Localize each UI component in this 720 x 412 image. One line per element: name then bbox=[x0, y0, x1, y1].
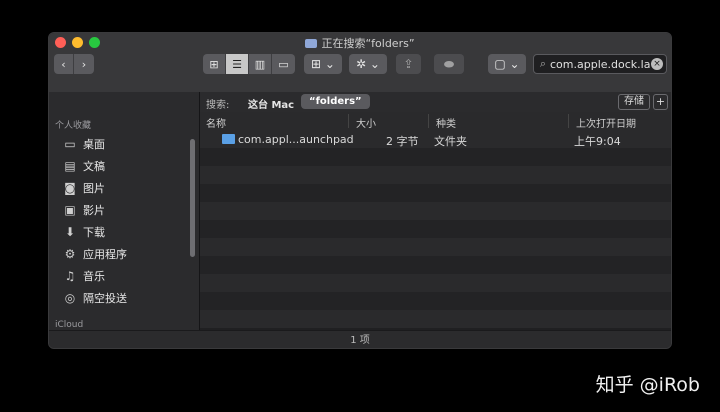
clear-search-icon[interactable]: × bbox=[651, 58, 663, 70]
sidebar-item-label: 桌面 bbox=[83, 138, 105, 151]
empty-row bbox=[200, 310, 671, 328]
downloads-icon: ⬇ bbox=[64, 225, 76, 239]
cell-opened: 上午9:04 bbox=[574, 135, 621, 148]
column-name[interactable]: 名称 bbox=[206, 115, 226, 130]
sidebar-item[interactable]: ◙ 图片 bbox=[61, 179, 105, 197]
add-criteria-button[interactable]: + bbox=[653, 94, 668, 110]
empty-row bbox=[200, 256, 671, 274]
sidebar-item-label: 图片 bbox=[83, 182, 105, 195]
column-view-button[interactable]: ▥ bbox=[249, 54, 272, 74]
back-button[interactable]: ‹ bbox=[54, 54, 74, 74]
cell-kind: 文件夹 bbox=[434, 135, 467, 148]
movies-icon: ▣ bbox=[64, 203, 76, 217]
window-title: 正在搜索“folders” bbox=[49, 35, 671, 51]
column-kind[interactable]: 种类 bbox=[436, 115, 456, 130]
results-pane: 搜索: 这台 Mac “folders” 存储 + 名称 大小 种类 上次打开日… bbox=[199, 92, 671, 330]
sidebar-item[interactable]: ▤ 文稿 bbox=[61, 157, 105, 175]
sidebar-item[interactable]: ⚙ 应用程序 bbox=[61, 245, 127, 263]
sidebar-item-label: 应用程序 bbox=[83, 248, 127, 261]
sidebar-item-label: 影片 bbox=[83, 204, 105, 217]
search-field[interactable]: ⌕ com.apple.dock.launchpad × bbox=[533, 54, 667, 74]
desktop-icon: ▭ bbox=[64, 137, 76, 151]
empty-row bbox=[200, 220, 671, 238]
empty-row bbox=[200, 292, 671, 310]
empty-row bbox=[200, 166, 671, 184]
sidebar-item-label: 音乐 bbox=[83, 270, 105, 283]
icloud-header: iCloud bbox=[55, 320, 84, 330]
column-headers: 名称 大小 种类 上次打开日期 bbox=[200, 112, 671, 131]
empty-row bbox=[200, 148, 671, 166]
sidebar-item[interactable]: ♫ 音乐 bbox=[61, 267, 105, 285]
documents-icon: ▤ bbox=[64, 159, 76, 173]
column-size[interactable]: 大小 bbox=[356, 115, 376, 130]
status-bar: 1 项 bbox=[49, 330, 671, 348]
empty-row bbox=[200, 238, 671, 256]
sidebar-item[interactable]: ⬇ 下载 bbox=[61, 223, 105, 241]
scope-this-mac[interactable]: 这台 Mac bbox=[248, 96, 294, 111]
share-button[interactable]: ⇪ bbox=[396, 54, 421, 74]
favorites-header: 个人收藏 bbox=[55, 121, 92, 131]
scope-current-folder[interactable]: “folders” bbox=[301, 94, 370, 109]
sidebar-item-label: 隔空投送 bbox=[83, 292, 127, 305]
results-list: com.appl...aunchpad 2 字节 文件夹 上午9:04 bbox=[200, 130, 671, 330]
empty-row bbox=[200, 184, 671, 202]
title-bar: 正在搜索“folders” ‹ › ⊞ ☰ ▥ ▭ ⊞ ⌄ ✲ ⌄ ⇪ ⬬ ▢ … bbox=[49, 33, 671, 93]
pictures-icon: ◙ bbox=[64, 181, 76, 195]
scope-label: 搜索: bbox=[206, 100, 230, 111]
airdrop-icon: ◎ bbox=[64, 291, 76, 305]
item-count: 1 项 bbox=[350, 335, 370, 346]
finder-window: 正在搜索“folders” ‹ › ⊞ ☰ ▥ ▭ ⊞ ⌄ ✲ ⌄ ⇪ ⬬ ▢ … bbox=[48, 32, 672, 349]
list-view-button[interactable]: ☰ bbox=[226, 54, 249, 74]
gallery-view-button[interactable]: ▭ bbox=[272, 54, 295, 74]
forward-button[interactable]: › bbox=[74, 54, 94, 74]
sidebar: 个人收藏 ▭ 桌面 ▤ 文稿 ◙ 图片 ▣ 影片 ⬇ 下载 ⚙ 应用程序 ♫ 音乐 ◎ 隔空投送 iCloud… bbox=[49, 92, 199, 348]
sidebar-item-label: 下载 bbox=[83, 226, 105, 239]
table-row[interactable]: com.appl...aunchpad 2 字节 文件夹 上午9:04 bbox=[200, 130, 671, 148]
sidebar-scrollbar[interactable] bbox=[190, 139, 195, 257]
music-icon: ♫ bbox=[64, 269, 76, 283]
group-button[interactable]: ⊞ ⌄ bbox=[304, 54, 342, 74]
sidebar-item[interactable]: ▣ 影片 bbox=[61, 201, 105, 219]
search-icon: ⌕ bbox=[539, 57, 547, 70]
window-title-text: 正在搜索“folders” bbox=[321, 37, 415, 50]
save-search-button[interactable]: 存储 bbox=[618, 94, 650, 110]
view-mode-segment: ⊞ ☰ ▥ ▭ bbox=[203, 54, 295, 74]
column-date-opened[interactable]: 上次打开日期 bbox=[576, 115, 636, 130]
sidebar-item-label: 文稿 bbox=[83, 160, 105, 173]
sidebar-item[interactable]: ◎ 隔空投送 bbox=[61, 289, 127, 307]
sidebar-item[interactable]: ▭ 桌面 bbox=[61, 135, 105, 153]
cell-size: 2 字节 bbox=[386, 135, 419, 148]
applications-icon: ⚙ bbox=[64, 247, 76, 261]
folder-icon bbox=[222, 134, 235, 144]
search-scope-bar: 搜索: 这台 Mac “folders” 存储 + bbox=[200, 92, 671, 113]
dropbox-button[interactable]: ▢ ⌄ bbox=[488, 54, 526, 74]
cell-name: com.appl...aunchpad bbox=[238, 133, 354, 146]
tag-button[interactable]: ⬬ bbox=[434, 54, 464, 74]
watermark-text: 知乎 @iRob bbox=[595, 374, 700, 396]
nav-buttons: ‹ › bbox=[54, 54, 94, 74]
empty-row bbox=[200, 202, 671, 220]
action-button[interactable]: ✲ ⌄ bbox=[349, 54, 387, 74]
search-input[interactable]: com.apple.dock.launchpad bbox=[550, 58, 651, 71]
icon-view-button[interactable]: ⊞ bbox=[203, 54, 226, 74]
smart-folder-icon bbox=[305, 39, 318, 48]
empty-row bbox=[200, 274, 671, 292]
